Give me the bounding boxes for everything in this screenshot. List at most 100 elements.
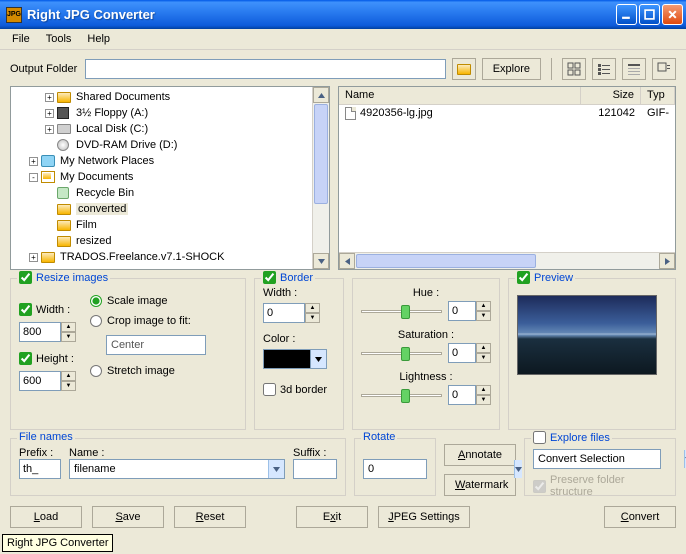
view-list-button[interactable] <box>592 58 616 80</box>
bw-spin-up[interactable]: ▲ <box>305 303 320 313</box>
3d-border-checkbox[interactable] <box>263 383 276 396</box>
width-spin-up[interactable]: ▲ <box>61 322 76 332</box>
reset-button[interactable]: Reset <box>174 506 246 528</box>
tree-item[interactable]: Recycle Bin <box>13 185 310 201</box>
hue-slider[interactable] <box>361 302 442 320</box>
sat-up[interactable]: ▲ <box>476 343 491 353</box>
prefix-input[interactable] <box>19 459 61 479</box>
menu-file[interactable]: File <box>4 31 38 47</box>
suffix-input[interactable] <box>293 459 337 479</box>
light-input[interactable] <box>448 385 476 405</box>
filenames-title: File names <box>17 431 75 443</box>
border-width-input[interactable] <box>263 303 305 323</box>
view-thumbnails-button[interactable] <box>652 58 676 80</box>
floppy-icon <box>57 107 69 119</box>
scale-radio[interactable] <box>90 295 102 307</box>
scroll-thumb[interactable] <box>314 104 328 204</box>
scroll-up-arrow[interactable] <box>313 87 329 103</box>
tree-item[interactable]: -My Documents <box>13 169 310 185</box>
height-spin-up[interactable]: ▲ <box>61 371 76 381</box>
jpeg-settings-button[interactable]: JPEG Settings <box>378 506 470 528</box>
hue-input[interactable] <box>448 301 476 321</box>
border-color-dropdown[interactable] <box>311 349 327 369</box>
crop-align-combo[interactable] <box>107 336 257 354</box>
tree-item[interactable]: +Shared Documents <box>13 89 310 105</box>
explore-files-checkbox[interactable] <box>533 431 546 444</box>
explore-button[interactable]: Explore <box>482 58 541 80</box>
view-details-button[interactable] <box>622 58 646 80</box>
expand-toggle[interactable]: + <box>29 253 38 262</box>
scroll-down-arrow[interactable] <box>313 253 329 269</box>
tree-item[interactable]: +Local Disk (C:) <box>13 121 310 137</box>
tree-item[interactable]: resized <box>13 233 310 249</box>
menu-tools[interactable]: Tools <box>38 31 80 47</box>
height-input[interactable] <box>19 371 61 391</box>
scroll-left-arrow[interactable] <box>339 253 355 269</box>
sat-input[interactable] <box>448 343 476 363</box>
folder-tree[interactable]: +Shared Documents+3½ Floppy (A:)+Local D… <box>10 86 330 270</box>
load-button[interactable]: Load <box>10 506 82 528</box>
view-large-icons-button[interactable] <box>562 58 586 80</box>
tree-item-label: resized <box>76 235 111 247</box>
convert-button[interactable]: Convert <box>604 506 676 528</box>
light-dn[interactable]: ▼ <box>476 395 491 405</box>
tree-item[interactable]: Film <box>13 217 310 233</box>
hue-up[interactable]: ▲ <box>476 301 491 311</box>
expand-toggle[interactable]: + <box>45 93 54 102</box>
tree-item[interactable]: +3½ Floppy (A:) <box>13 105 310 121</box>
tree-item[interactable]: +My Network Places <box>13 153 310 169</box>
name-combo[interactable] <box>70 460 268 478</box>
sat-dn[interactable]: ▼ <box>476 353 491 363</box>
hue-dn[interactable]: ▼ <box>476 311 491 321</box>
scroll-right-arrow[interactable] <box>659 253 675 269</box>
output-folder-input[interactable] <box>85 59 445 79</box>
width-checkbox[interactable] <box>19 303 32 316</box>
expand-toggle[interactable]: - <box>29 173 38 182</box>
list-scrollbar-h[interactable] <box>339 252 675 269</box>
resize-images-checkbox[interactable] <box>19 271 32 284</box>
col-size[interactable]: Size <box>581 87 641 104</box>
tree-item[interactable]: +TRADOS.Freelance.v7.1-SHOCK <box>13 249 310 265</box>
resize-group: Resize images Width : ▲▼ Height : ▲▼ Sca… <box>10 278 246 430</box>
border-color-swatch[interactable] <box>263 349 311 369</box>
tree-item-label: Film <box>76 219 97 231</box>
crop-radio[interactable] <box>90 315 102 327</box>
browse-folder-button[interactable] <box>452 58 476 80</box>
expand-toggle[interactable]: + <box>45 125 54 134</box>
output-folder-label: Output Folder <box>10 63 77 75</box>
output-folder-row: Output Folder Explore <box>0 50 686 86</box>
rotate-dropdown[interactable] <box>514 460 522 478</box>
crop-label: Crop image to fit: <box>107 315 191 327</box>
convert-selection-combo[interactable] <box>534 450 684 468</box>
tree-item[interactable]: DVD-RAM Drive (D:) <box>13 137 310 153</box>
scroll-thumb-h[interactable] <box>356 254 536 268</box>
expand-toggle[interactable]: + <box>45 109 54 118</box>
table-row[interactable]: 4920356-lg.jpg121042GIF- <box>339 105 675 121</box>
col-name[interactable]: Name <box>339 87 581 104</box>
light-up[interactable]: ▲ <box>476 385 491 395</box>
minimize-button[interactable] <box>616 4 637 25</box>
height-spin-down[interactable]: ▼ <box>61 381 76 391</box>
tree-scrollbar[interactable] <box>312 87 329 269</box>
border-checkbox[interactable] <box>263 271 276 284</box>
maximize-button[interactable] <box>639 4 660 25</box>
stretch-radio[interactable] <box>90 365 102 377</box>
name-dropdown[interactable] <box>268 460 284 478</box>
height-checkbox[interactable] <box>19 352 32 365</box>
close-button[interactable] <box>662 4 683 25</box>
preview-checkbox[interactable] <box>517 271 530 284</box>
rotate-combo[interactable] <box>364 460 514 478</box>
bw-spin-down[interactable]: ▼ <box>305 313 320 323</box>
col-type[interactable]: Typ <box>641 87 675 104</box>
menu-help[interactable]: Help <box>79 31 118 47</box>
sat-slider[interactable] <box>361 344 442 362</box>
width-input[interactable] <box>19 322 61 342</box>
expand-toggle[interactable]: + <box>29 157 38 166</box>
width-spin-down[interactable]: ▼ <box>61 332 76 342</box>
tree-item[interactable]: converted <box>13 201 310 217</box>
app-icon: JPG <box>6 7 22 23</box>
exit-button[interactable]: Exit <box>296 506 368 528</box>
save-button[interactable]: Save <box>92 506 164 528</box>
file-list[interactable]: Name Size Typ 4920356-lg.jpg121042GIF- <box>338 86 676 270</box>
light-slider[interactable] <box>361 386 442 404</box>
